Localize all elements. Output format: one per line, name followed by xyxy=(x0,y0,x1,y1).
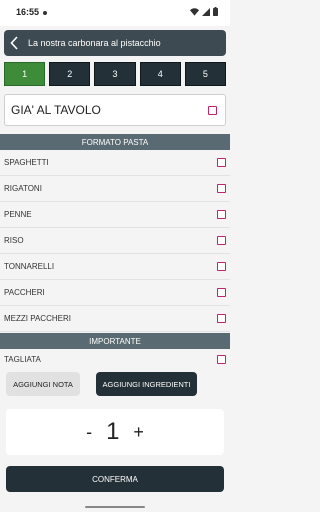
option-checkbox[interactable] xyxy=(217,288,226,297)
back-button[interactable] xyxy=(4,30,24,56)
option-label: MEZZI PACCHERI xyxy=(4,314,71,323)
confirm-button[interactable]: CONFERMA xyxy=(6,466,224,492)
option-checkbox[interactable] xyxy=(217,354,226,364)
section-importante-title: IMPORTANTE xyxy=(89,336,141,346)
status-bar: 16:55 xyxy=(0,0,230,26)
option-tagliata[interactable]: TAGLIATA xyxy=(0,349,230,369)
add-ingredients-button[interactable]: AGGIUNGI INGREDIENTI xyxy=(96,372,197,396)
option-checkbox[interactable] xyxy=(217,314,226,323)
option-penne[interactable]: PENNE xyxy=(0,202,230,228)
section-importante: IMPORTANTE xyxy=(0,333,230,349)
gesture-navbar xyxy=(0,502,230,512)
option-checkbox[interactable] xyxy=(217,158,226,167)
battery-icon xyxy=(213,7,218,16)
option-checkbox[interactable] xyxy=(217,184,226,193)
status-icons xyxy=(190,7,218,16)
quantity-stepper: - 1 + xyxy=(6,409,224,455)
gia-al-tavolo-label: GIA' AL TAVOLO xyxy=(11,103,101,117)
option-paccheri[interactable]: PACCHERI xyxy=(0,280,230,306)
option-mezzi-paccheri[interactable]: MEZZI PACCHERI xyxy=(0,306,230,332)
step-tab-3[interactable]: 3 xyxy=(94,62,136,86)
quantity-value: 1 xyxy=(106,418,120,445)
option-checkbox[interactable] xyxy=(217,262,226,271)
option-label: TONNARELLI xyxy=(4,262,55,271)
option-label: SPAGHETTI xyxy=(4,158,49,167)
wifi-icon xyxy=(190,7,199,16)
gia-al-tavolo-checkbox[interactable] xyxy=(208,105,217,115)
option-rigatoni[interactable]: RIGATONI xyxy=(0,176,230,202)
option-spaghetti[interactable]: SPAGHETTI xyxy=(0,150,230,176)
chevron-left-icon xyxy=(10,36,18,50)
option-label: RIGATONI xyxy=(4,184,42,193)
option-label: PENNE xyxy=(4,210,32,219)
step-tab-1[interactable]: 1 xyxy=(4,62,46,86)
option-checkbox[interactable] xyxy=(217,210,226,219)
step-tabs: 1 2 3 4 5 xyxy=(4,62,227,86)
option-checkbox[interactable] xyxy=(217,236,226,245)
page-title: La nostra carbonara al pistacchio xyxy=(28,38,161,48)
status-time: 16:55 xyxy=(16,7,40,17)
option-riso[interactable]: RISO xyxy=(0,228,230,254)
section-formato-pasta: FORMATO PASTA xyxy=(0,134,230,150)
gia-al-tavolo-option[interactable]: GIA' AL TAVOLO xyxy=(4,94,226,126)
notification-dot-icon xyxy=(43,11,47,15)
signal-icon xyxy=(202,7,210,16)
add-note-button[interactable]: AGGIUNGI NOTA xyxy=(6,372,80,396)
product-header: La nostra carbonara al pistacchio xyxy=(4,30,226,56)
option-label: RISO xyxy=(4,236,24,245)
section-formato-title: FORMATO PASTA xyxy=(81,137,149,147)
step-tab-2[interactable]: 2 xyxy=(49,62,91,86)
home-indicator[interactable] xyxy=(85,506,145,508)
option-label: TAGLIATA xyxy=(4,354,41,364)
step-tab-5[interactable]: 5 xyxy=(184,62,227,86)
option-tonnarelli[interactable]: TONNARELLI xyxy=(0,254,230,280)
decrement-button[interactable]: - xyxy=(86,422,92,443)
option-label: PACCHERI xyxy=(4,288,45,297)
step-tab-4[interactable]: 4 xyxy=(139,62,181,86)
increment-button[interactable]: + xyxy=(133,422,144,443)
